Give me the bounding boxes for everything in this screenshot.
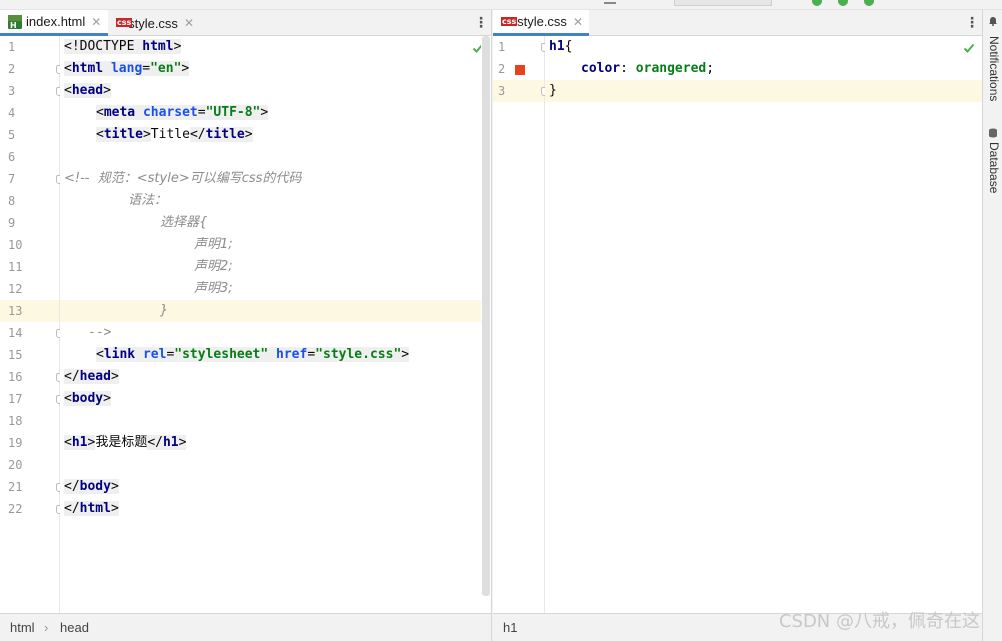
tab-style-css[interactable]: css style.css ✕ [493,10,589,36]
html-file-icon [8,14,22,30]
current-line-highlight [545,80,982,102]
line-number: 10 [8,238,23,252]
editor-pane-index-html: index.html ✕ css style.css ✕ ⋮ 1 2 3 4 5… [0,10,492,641]
database-tool-tab[interactable]: Database [985,142,1001,193]
line-number: 13 [8,304,23,318]
run-icon[interactable] [812,0,822,6]
more-options-icon[interactable]: ⋮ [965,14,979,32]
line-number: 20 [8,458,23,472]
line-number: 7 [8,172,16,186]
current-line-highlight [60,300,481,322]
line-number: 22 [8,502,23,516]
line-number: 14 [8,326,23,340]
code-line: </html> [64,501,119,516]
code-line: </body> [64,479,119,494]
code-line: <link rel="stylesheet" href="style.css"> [96,347,410,362]
editor-pane-style-css: css style.css ✕ ⋮ 1 2 3 h1{ color: orang… [493,10,982,641]
tab-label: style.css [517,14,567,29]
code-line: <head> [64,83,111,98]
code-line: h1{ [549,39,573,54]
bell-icon[interactable] [988,16,998,26]
database-icon[interactable] [988,128,998,138]
line-number: 12 [8,282,23,296]
css-file-icon: css [116,18,133,27]
code-line: <h1>我是标题</h1> [64,435,187,450]
debug-icon[interactable] [838,0,848,6]
code-editor-css[interactable]: h1{ color: orangered; } [545,36,982,613]
breadcrumb: html › head [0,613,491,641]
line-number: 15 [8,348,23,362]
line-number: 6 [8,150,16,164]
line-number: 1 [498,40,506,54]
line-number: 17 [8,392,23,406]
no-problems-check-icon[interactable] [963,42,975,54]
line-number: 18 [8,414,23,428]
line-number: 11 [8,260,23,274]
line-number: 5 [8,128,16,142]
code-line: <!DOCTYPE html> [64,39,182,54]
line-number: 21 [8,480,23,494]
close-icon[interactable]: ✕ [184,16,194,30]
coverage-icon[interactable] [864,0,874,6]
code-comment-line: 声明3; [194,281,233,296]
code-comment-line: 语法： [128,193,168,208]
code-comment-line: --> [88,325,112,340]
tab-index-html[interactable]: index.html ✕ [0,10,108,36]
code-line: } [549,83,557,98]
code-line: <body> [64,391,111,406]
line-number: 3 [8,84,16,98]
color-swatch-icon[interactable] [515,65,525,75]
tab-style-css[interactable]: css style.css ✕ [108,10,200,36]
scrollbar-thumb[interactable] [482,36,490,596]
line-number: 9 [8,216,16,230]
line-number-gutter: 1 2 3 [493,36,549,613]
line-number: 1 [8,40,16,54]
css-file-icon: css [501,16,518,26]
code-line: </head> [64,369,119,384]
line-number: 8 [8,194,16,208]
code-line: color: orangered; [581,61,715,76]
more-options-icon[interactable]: ⋮ [474,14,488,32]
breadcrumb-item[interactable]: html [10,614,35,641]
breadcrumb-separator: › [44,620,49,635]
right-tool-window-bar: Notifications Database [982,10,1002,641]
notifications-tool-tab[interactable]: Notifications [985,36,1001,101]
toolbar-icon[interactable] [604,2,616,4]
watermark: CSDN @八戒，佩奇在这 [778,611,980,632]
line-number: 19 [8,436,23,450]
close-icon[interactable]: ✕ [573,15,583,29]
code-line: <title>Title</title> [96,127,253,142]
code-comment-line: 声明2; [194,259,233,274]
run-config-dropdown[interactable] [674,0,772,6]
code-comment-line: <!-- 规范：<style>可以编写css的代码 [64,171,302,186]
code-comment-line: } [160,303,168,318]
line-number-gutter: 1 2 3 4 5 6 7 8 9 10 11 12 13 14 15 16 1… [0,36,84,613]
tab-label: index.html [26,14,86,29]
editor-tab-bar: index.html ✕ css style.css ✕ ⋮ [0,10,491,36]
line-number: 2 [8,62,16,76]
toolbar-strip [0,0,1002,10]
vertical-scrollbar[interactable] [481,36,491,613]
tab-label: style.css [128,15,178,31]
line-number: 4 [8,106,16,120]
code-comment-line: 选择器{ [160,215,208,230]
breadcrumb-item[interactable]: head [60,614,89,641]
editor-tab-bar: css style.css ✕ ⋮ [493,10,982,36]
code-line: <meta charset="UTF-8"> [96,105,269,120]
close-icon[interactable]: ✕ [91,15,101,29]
code-editor-html[interactable]: <!DOCTYPE html> <html lang="en"> <head> … [60,36,491,613]
line-number: 16 [8,370,23,384]
code-comment-line: 声明1; [194,237,233,252]
breadcrumb-item[interactable]: h1 [503,614,517,641]
code-line: <html lang="en"> [64,61,190,76]
line-number: 3 [498,84,506,98]
